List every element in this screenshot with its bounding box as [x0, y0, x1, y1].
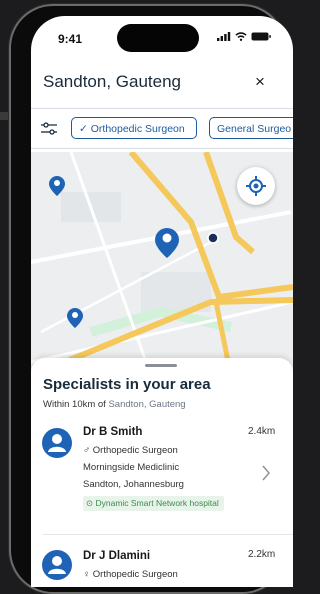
chevron-right-icon[interactable] — [261, 465, 271, 481]
location-header: Sandton, Gauteng × — [31, 66, 293, 108]
doctor-distance: 2.2km — [248, 549, 276, 560]
specialists-bottom-sheet: Specialists in your area Within 10km of … — [31, 358, 293, 587]
battery-icon — [251, 32, 271, 41]
subtitle-prefix: Within 10km of — [43, 399, 106, 410]
filter-bar: ✓ Orthopedic Surgeon General Surgeo — [31, 114, 293, 148]
status-time: 9:41 — [58, 32, 83, 46]
doctor-name: Dr B Smith — [83, 426, 143, 438]
current-location-dot — [207, 232, 219, 244]
female-icon: ♀ — [83, 569, 91, 580]
header-divider — [31, 108, 293, 109]
signal-icon — [217, 32, 231, 41]
filters-divider — [31, 148, 293, 149]
doctor-practice: Morningside Mediclinic — [83, 462, 180, 473]
doctor-name: Dr J Dlamini — [83, 550, 151, 562]
network-badge-label: Dynamic Smart Network hospital — [95, 498, 219, 508]
doctor-avatar — [42, 550, 72, 580]
doctor-specialty: ♂ Orthopedic Surgeon — [83, 445, 178, 456]
network-badge-icon: ⊙ — [86, 498, 94, 508]
doctor-address: Sandton, Johannesburg — [83, 479, 184, 490]
doctor-card[interactable]: Dr B Smith 2.4km ♂ Orthopedic Surgeon Mo… — [31, 422, 293, 518]
location-title[interactable]: Sandton, Gauteng — [43, 72, 181, 92]
male-icon: ♂ — [83, 445, 91, 456]
phone-frame: 9:41 Sandton, Gauteng × ✓ Orthopedic Sur… — [9, 4, 293, 594]
subtitle-place: Sandton, Gauteng — [108, 399, 186, 410]
network-badge: ⊙ Dynamic Smart Network hospital — [83, 496, 224, 511]
doctor-icon — [48, 434, 66, 452]
recenter-location-button[interactable] — [237, 167, 275, 205]
sheet-subtitle: Within 10km of Sandton, Gauteng — [43, 399, 186, 410]
doctor-card[interactable]: Dr J Dlamini 2.2km ♀ Orthopedic Surgeon — [31, 546, 293, 587]
doctor-distance: 2.4km — [248, 426, 276, 437]
filter-chip-orthopedic-surgeon[interactable]: ✓ Orthopedic Surgeon — [71, 117, 197, 139]
doctor-icon — [48, 556, 66, 574]
dynamic-island — [117, 24, 199, 52]
close-icon[interactable]: × — [255, 72, 265, 92]
specialty-text: Orthopedic Surgeon — [92, 569, 178, 580]
crosshair-icon — [246, 176, 266, 196]
check-icon: ✓ — [79, 123, 88, 135]
sheet-title: Specialists in your area — [43, 376, 211, 393]
wifi-icon — [235, 32, 247, 41]
status-icons — [217, 32, 271, 41]
sheet-drag-handle[interactable] — [145, 364, 177, 367]
filter-chip-label: General Surgeo — [217, 123, 292, 135]
app-screen: 9:41 Sandton, Gauteng × ✓ Orthopedic Sur… — [31, 16, 293, 587]
doctor-avatar — [42, 428, 72, 458]
card-divider — [43, 534, 293, 535]
filter-sliders-icon[interactable] — [41, 122, 57, 136]
doctor-specialty: ♀ Orthopedic Surgeon — [83, 569, 178, 580]
filter-chip-label: Orthopedic Surgeon — [90, 123, 185, 135]
specialty-text: Orthopedic Surgeon — [92, 445, 178, 456]
status-bar: 9:41 — [31, 16, 293, 62]
filter-chip-general-surgeon[interactable]: General Surgeo — [209, 117, 293, 139]
